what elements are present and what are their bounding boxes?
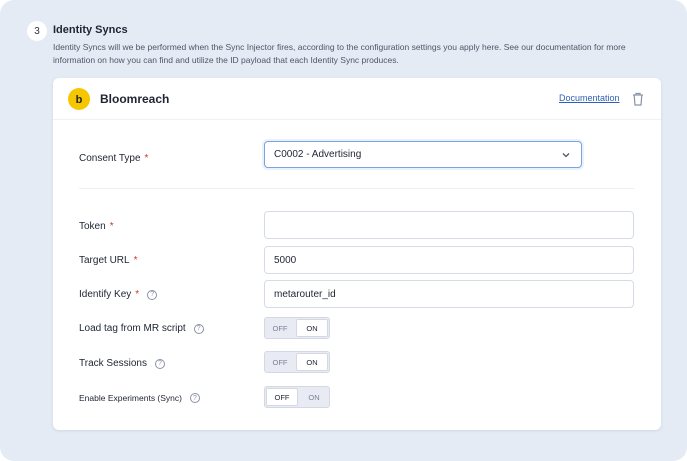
step-number-badge: 3 bbox=[27, 21, 47, 41]
identify-key-label-text: Identify Key bbox=[79, 289, 132, 300]
enable-experiments-label: Enable Experiments (Sync) ? bbox=[79, 393, 200, 403]
target-url-label: Target URL * bbox=[79, 255, 137, 266]
track-sessions-label-text: Track Sessions bbox=[79, 358, 147, 369]
consent-type-label-text: Consent Type bbox=[79, 153, 141, 164]
bloomreach-sync-card: b Bloomreach Documentation Consent Type … bbox=[53, 78, 661, 430]
load-tag-label: Load tag from MR script ? bbox=[79, 323, 204, 334]
toggle-on-option[interactable]: ON bbox=[299, 387, 329, 407]
enable-experiments-label-text: Enable Experiments (Sync) bbox=[79, 393, 182, 403]
toggle-on-option[interactable]: ON bbox=[296, 319, 328, 337]
target-url-input[interactable] bbox=[264, 246, 634, 274]
token-input[interactable] bbox=[264, 211, 634, 239]
token-label-text: Token bbox=[79, 221, 106, 232]
help-icon[interactable]: ? bbox=[190, 393, 200, 403]
integration-name: Bloomreach bbox=[100, 92, 170, 106]
toggle-off-option[interactable]: OFF bbox=[265, 352, 295, 372]
svg-text:b: b bbox=[76, 94, 83, 105]
required-marker: * bbox=[109, 221, 114, 232]
help-icon[interactable]: ? bbox=[154, 358, 165, 369]
bloomreach-logo-icon: b bbox=[68, 88, 90, 110]
enable-experiments-toggle[interactable]: OFF ON bbox=[264, 386, 330, 408]
required-marker: * bbox=[135, 289, 140, 300]
load-tag-label-text: Load tag from MR script bbox=[79, 323, 186, 334]
consent-type-value: C0002 - Advertising bbox=[274, 149, 362, 160]
toggle-on-option[interactable]: ON bbox=[296, 353, 328, 371]
toggle-off-option[interactable]: OFF bbox=[266, 388, 298, 406]
identify-key-label: Identify Key * ? bbox=[79, 289, 158, 300]
identity-syncs-section: 3 Identity Syncs Identity Syncs will we … bbox=[0, 0, 687, 461]
identify-key-input[interactable] bbox=[264, 280, 634, 308]
consent-type-select[interactable]: C0002 - Advertising bbox=[264, 141, 582, 168]
required-marker: * bbox=[144, 153, 149, 164]
track-sessions-label: Track Sessions ? bbox=[79, 358, 165, 369]
chevron-down-icon bbox=[562, 153, 570, 158]
section-description: Identity Syncs will we be performed when… bbox=[53, 42, 626, 65]
toggle-off-option[interactable]: OFF bbox=[265, 318, 295, 338]
trash-icon[interactable] bbox=[631, 91, 645, 107]
card-header: b Bloomreach Documentation bbox=[53, 78, 661, 120]
documentation-link[interactable]: Documentation bbox=[559, 93, 620, 103]
help-icon[interactable]: ? bbox=[193, 323, 204, 334]
target-url-label-text: Target URL bbox=[79, 255, 130, 266]
track-sessions-toggle[interactable]: OFF ON bbox=[264, 351, 330, 373]
help-icon[interactable]: ? bbox=[147, 289, 158, 300]
consent-type-label: Consent Type * bbox=[79, 153, 148, 164]
required-marker: * bbox=[133, 255, 138, 266]
load-tag-toggle[interactable]: OFF ON bbox=[264, 317, 330, 339]
token-label: Token * bbox=[79, 221, 114, 232]
section-divider bbox=[79, 188, 634, 189]
section-title: Identity Syncs bbox=[53, 24, 128, 36]
